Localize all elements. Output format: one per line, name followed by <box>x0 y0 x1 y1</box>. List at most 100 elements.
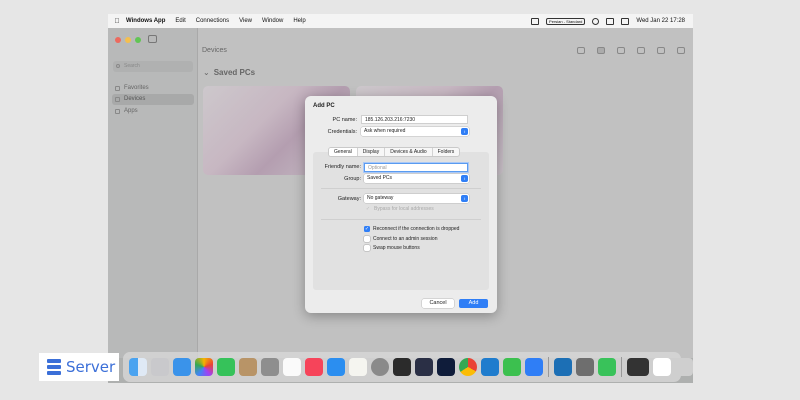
menu-bar:  Windows App Edit Connections View Wind… <box>108 14 693 28</box>
tab-devices-audio[interactable]: Devices & Audio <box>385 148 433 156</box>
music-icon[interactable] <box>305 358 323 376</box>
messages-icon[interactable] <box>261 358 279 376</box>
chevron-updown-icon: ↕ <box>461 175 468 182</box>
app-window: Search Favorites Devices Apps Devices ⌄ … <box>108 28 693 358</box>
apps-icon <box>115 109 120 114</box>
photos-icon[interactable] <box>195 358 213 376</box>
dock-divider <box>548 357 549 377</box>
divider <box>321 188 481 189</box>
logo-text: Server <box>66 358 116 376</box>
refresh-icon[interactable] <box>677 47 685 54</box>
safari-icon[interactable] <box>173 358 191 376</box>
group-title: Saved PCs <box>213 68 256 77</box>
dock-divider <box>621 357 622 377</box>
chevron-updown-icon: ↕ <box>461 195 468 202</box>
divider <box>321 219 481 220</box>
sidebar-item-label: Devices <box>124 96 146 102</box>
numbers-icon[interactable] <box>503 358 521 376</box>
tab-display[interactable]: Display <box>358 148 386 156</box>
facetime-icon[interactable] <box>217 358 235 376</box>
terminal-icon[interactable] <box>393 358 411 376</box>
checkmark-icon: ✓ <box>364 226 370 232</box>
dialog-title: Add PC <box>313 103 335 109</box>
photoshop-icon[interactable] <box>437 358 455 376</box>
search-icon <box>116 64 120 68</box>
launchpad-icon[interactable] <box>151 358 169 376</box>
notes-icon[interactable] <box>239 358 257 376</box>
dock <box>123 352 693 382</box>
checkmark-icon: ✓ <box>365 206 371 212</box>
credentials-label: Credentials: <box>327 129 357 135</box>
gateway-select[interactable]: No gateway ↕ <box>364 194 469 203</box>
admin-session-checkbox[interactable]: Connect to an admin session <box>364 236 437 242</box>
friendly-name-label: Friendly name: <box>324 164 361 170</box>
chrome-icon[interactable] <box>459 358 477 376</box>
add-icon[interactable] <box>657 47 665 54</box>
calculator-icon[interactable] <box>576 358 594 376</box>
trash-icon[interactable] <box>675 358 693 376</box>
group-header[interactable]: ⌄ Saved PCs <box>203 68 255 77</box>
search-input[interactable]: Search <box>113 61 193 72</box>
pc-name-label: PC name: <box>332 117 357 123</box>
grid-view-icon[interactable] <box>597 47 605 54</box>
gateway-label: Gateway: <box>337 196 361 202</box>
battery-icon[interactable] <box>621 17 630 25</box>
sort-icon[interactable] <box>637 47 645 54</box>
apple-menu-icon[interactable]:  <box>108 18 126 25</box>
group-label: Group: <box>344 176 361 182</box>
sidebar-item-devices[interactable]: Devices <box>112 94 194 105</box>
chevron-updown-icon: ↕ <box>461 128 468 135</box>
chevron-down-icon: ⌄ <box>203 68 210 77</box>
activity-monitor-icon[interactable] <box>598 358 616 376</box>
reminders-icon[interactable] <box>283 358 301 376</box>
add-pc-dialog: Add PC PC name: 185.126.203.216:7230 Cre… <box>305 96 497 313</box>
window-switcher-icon[interactable] <box>531 17 540 25</box>
bypass-checkbox[interactable]: ✓ Bypass for local addresses <box>365 206 434 212</box>
wifi-icon[interactable] <box>592 17 600 25</box>
search-placeholder: Search <box>124 63 140 69</box>
swap-mouse-checkbox[interactable]: Swap mouse buttons <box>364 245 420 251</box>
system-settings-icon[interactable] <box>371 358 389 376</box>
finder-icon[interactable] <box>129 358 147 376</box>
pc-name-field[interactable]: 185.126.203.216:7230 <box>361 115 468 124</box>
iina-icon[interactable] <box>415 358 433 376</box>
vscode-icon[interactable] <box>481 358 499 376</box>
close-window-button[interactable] <box>115 37 121 43</box>
reconnect-checkbox[interactable]: ✓ Reconnect if the connection is dropped <box>364 226 459 232</box>
cancel-button[interactable]: Cancel <box>422 299 454 308</box>
group-select[interactable]: Saved PCs ↕ <box>364 174 469 183</box>
document-icon[interactable] <box>653 358 671 376</box>
window-controls <box>115 37 141 43</box>
tab-bar: General Display Devices & Audio Folders <box>328 147 461 157</box>
menu-help[interactable]: Help <box>293 18 305 24</box>
app-store-icon[interactable] <box>327 358 345 376</box>
screenshot-icon[interactable] <box>627 358 649 376</box>
menu-clock[interactable]: Wed Jan 22 17:28 <box>636 18 685 24</box>
sidebar-item-apps[interactable]: Apps <box>112 106 194 117</box>
control-center-icon[interactable] <box>606 17 615 25</box>
menu-edit[interactable]: Edit <box>175 18 185 24</box>
tab-folders[interactable]: Folders <box>433 148 460 156</box>
minimize-window-button[interactable] <box>125 37 131 43</box>
menu-view[interactable]: View <box>239 18 252 24</box>
tab-general[interactable]: General <box>329 148 358 156</box>
gateway-value: No gateway <box>367 195 394 201</box>
migration-icon[interactable] <box>554 358 572 376</box>
menu-app-name[interactable]: Windows App <box>126 18 165 24</box>
sidebar-item-label: Favorites <box>124 85 149 91</box>
sidebar: Search Favorites Devices Apps <box>108 28 198 358</box>
list-view-icon[interactable] <box>617 47 625 54</box>
windows-app-icon[interactable] <box>525 358 543 376</box>
menu-window[interactable]: Window <box>262 18 283 24</box>
sidebar-item-favorites[interactable]: Favorites <box>112 83 194 94</box>
preview-icon[interactable] <box>349 358 367 376</box>
friendly-name-field[interactable]: Optional <box>364 163 468 172</box>
menu-connections[interactable]: Connections <box>196 18 229 24</box>
input-source-menu[interactable]: Persian - Standard <box>546 17 586 25</box>
zoom-window-button[interactable] <box>135 37 141 43</box>
server-logo: Server <box>39 353 119 381</box>
bell-icon[interactable] <box>577 47 585 54</box>
add-button[interactable]: Add <box>459 299 488 308</box>
credentials-select[interactable]: Ask when required ↕ <box>361 127 469 136</box>
sidebar-toggle-icon[interactable] <box>148 35 157 43</box>
